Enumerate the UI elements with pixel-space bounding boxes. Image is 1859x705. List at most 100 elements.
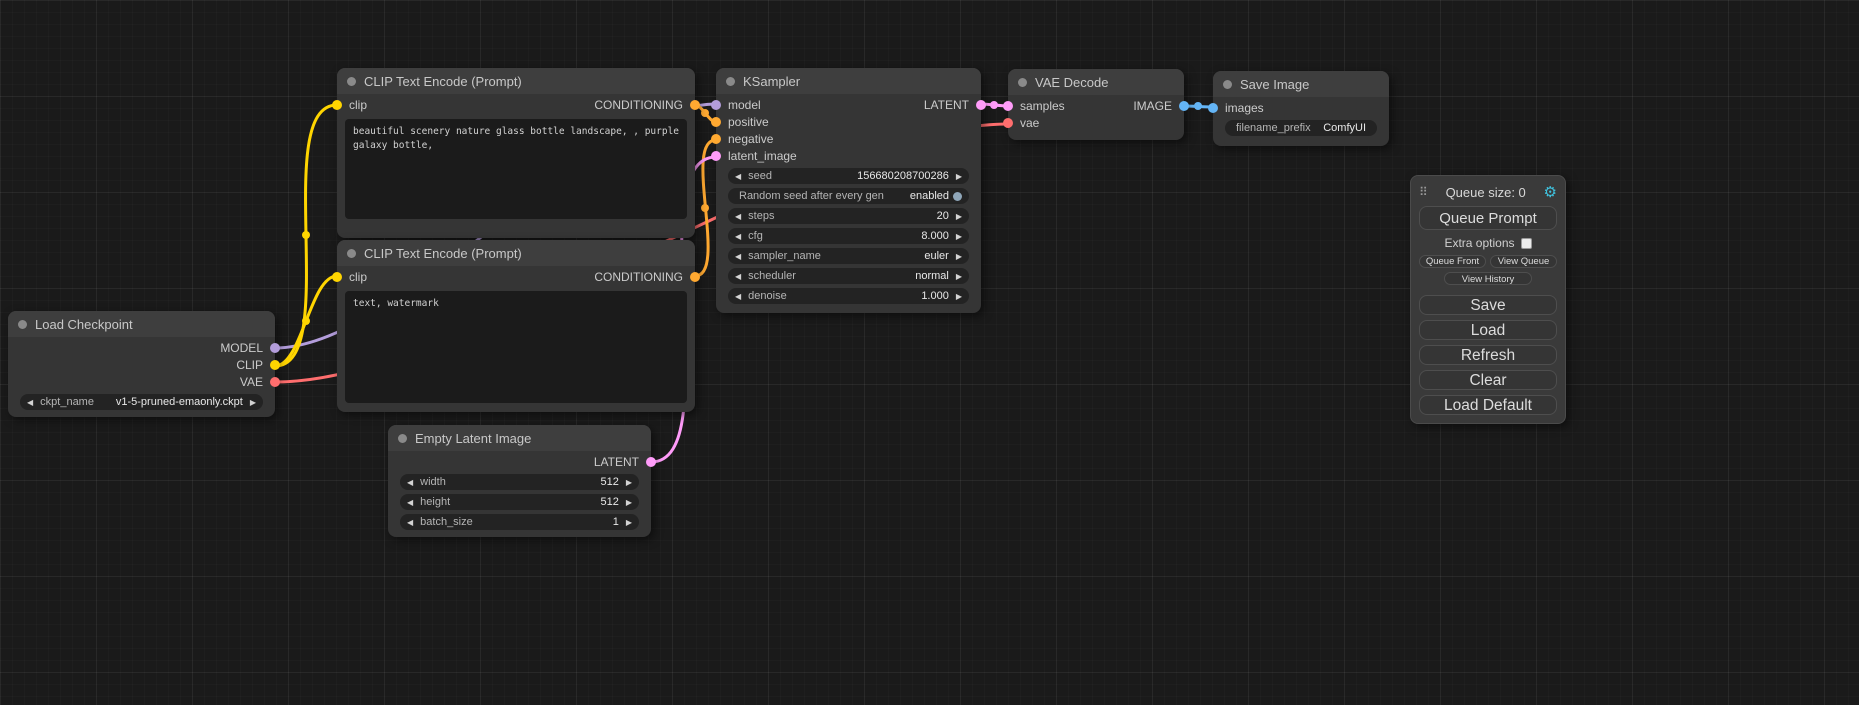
increment-arrow-icon[interactable]: ▶ xyxy=(956,232,962,241)
vae-input-dot[interactable] xyxy=(1003,118,1013,128)
node-title-bar[interactable]: CLIP Text Encode (Prompt) xyxy=(337,240,695,266)
latent-image-input-dot[interactable] xyxy=(711,151,721,161)
model-output-dot[interactable] xyxy=(270,343,280,353)
height-widget[interactable]: ◀ height 512 ▶ xyxy=(400,494,639,510)
filename-prefix-widget[interactable]: filename_prefix ComfyUI xyxy=(1225,120,1377,136)
extra-options-label: Extra options xyxy=(1444,236,1514,250)
model-input-dot[interactable] xyxy=(711,100,721,110)
clip-input-dot[interactable] xyxy=(332,100,342,110)
queue-prompt-button[interactable]: Queue Prompt xyxy=(1419,206,1557,230)
increment-arrow-icon[interactable]: ▶ xyxy=(626,498,632,507)
collapse-dot-icon[interactable] xyxy=(1018,78,1027,87)
output-label: LATENT xyxy=(924,98,969,112)
node-title: Empty Latent Image xyxy=(415,431,531,446)
node-clip-text-encode-positive[interactable]: CLIP Text Encode (Prompt) clip CONDITION… xyxy=(337,68,695,238)
node-save-image[interactable]: Save Image images filename_prefix ComfyU… xyxy=(1213,71,1389,146)
random-seed-toggle-widget[interactable]: Random seed after every gen enabled xyxy=(728,188,969,204)
increment-arrow-icon[interactable]: ▶ xyxy=(956,292,962,301)
increment-arrow-icon[interactable]: ▶ xyxy=(956,212,962,221)
images-input-dot[interactable] xyxy=(1208,103,1218,113)
decrement-arrow-icon[interactable]: ◀ xyxy=(735,292,741,301)
positive-prompt-textarea[interactable]: beautiful scenery nature glass bottle la… xyxy=(345,119,687,219)
seed-widget[interactable]: ◀ seed 156680208700286 ▶ xyxy=(728,168,969,184)
extra-options-row: Extra options xyxy=(1419,236,1557,250)
increment-arrow-icon[interactable]: ▶ xyxy=(956,252,962,261)
node-clip-text-encode-negative[interactable]: CLIP Text Encode (Prompt) clip CONDITION… xyxy=(337,240,695,412)
collapse-dot-icon[interactable] xyxy=(726,77,735,86)
node-ksampler[interactable]: KSampler model LATENT positive negative … xyxy=(716,68,981,313)
latent-output-dot[interactable] xyxy=(976,100,986,110)
scheduler-widget[interactable]: ◀ scheduler normal ▶ xyxy=(728,268,969,284)
increment-arrow-icon[interactable]: ▶ xyxy=(250,398,256,407)
output-label: VAE xyxy=(240,375,263,389)
latent-output-dot[interactable] xyxy=(646,457,656,467)
link-midpoint-dot xyxy=(990,101,998,109)
input-label: clip xyxy=(349,270,367,284)
node-graph-canvas[interactable]: Load Checkpoint MODEL CLIP VAE ◀ ckpt_na… xyxy=(0,0,1859,705)
batch-size-widget[interactable]: ◀ batch_size 1 ▶ xyxy=(400,514,639,530)
negative-prompt-textarea[interactable]: text, watermark xyxy=(345,291,687,403)
view-queue-button[interactable]: View Queue xyxy=(1490,255,1557,268)
increment-arrow-icon[interactable]: ▶ xyxy=(626,478,632,487)
drag-handle-icon[interactable]: ⠿ xyxy=(1419,185,1428,199)
decrement-arrow-icon[interactable]: ◀ xyxy=(407,478,413,487)
sampler-name-widget[interactable]: ◀ sampler_name euler ▶ xyxy=(728,248,969,264)
negative-input-dot[interactable] xyxy=(711,134,721,144)
ckpt-name-widget[interactable]: ◀ ckpt_name v1-5-pruned-emaonly.ckpt ▶ xyxy=(20,394,263,410)
decrement-arrow-icon[interactable]: ◀ xyxy=(735,172,741,181)
collapse-dot-icon[interactable] xyxy=(398,434,407,443)
positive-input-dot[interactable] xyxy=(711,117,721,127)
clip-output-dot[interactable] xyxy=(270,360,280,370)
denoise-widget[interactable]: ◀ denoise 1.000 ▶ xyxy=(728,288,969,304)
width-widget[interactable]: ◀ width 512 ▶ xyxy=(400,474,639,490)
node-title-bar[interactable]: CLIP Text Encode (Prompt) xyxy=(337,68,695,94)
node-load-checkpoint[interactable]: Load Checkpoint MODEL CLIP VAE ◀ ckpt_na… xyxy=(8,311,275,417)
cfg-widget[interactable]: ◀ cfg 8.000 ▶ xyxy=(728,228,969,244)
collapse-dot-icon[interactable] xyxy=(347,249,356,258)
conditioning-output-dot[interactable] xyxy=(690,100,700,110)
collapse-dot-icon[interactable] xyxy=(18,320,27,329)
save-button[interactable]: Save xyxy=(1419,295,1557,315)
settings-gear-icon[interactable]: ⚙ xyxy=(1544,183,1557,201)
samples-input-dot[interactable] xyxy=(1003,101,1013,111)
image-output-dot[interactable] xyxy=(1179,101,1189,111)
refresh-button[interactable]: Refresh xyxy=(1419,345,1557,365)
node-title-bar[interactable]: VAE Decode xyxy=(1008,69,1184,95)
input-label: images xyxy=(1225,101,1264,115)
node-empty-latent-image[interactable]: Empty Latent Image LATENT ◀ width 512 ▶ … xyxy=(388,425,651,537)
increment-arrow-icon[interactable]: ▶ xyxy=(626,518,632,527)
input-slot-positive: positive xyxy=(716,113,981,130)
conditioning-output-dot[interactable] xyxy=(690,272,700,282)
collapse-dot-icon[interactable] xyxy=(1223,80,1232,89)
decrement-arrow-icon[interactable]: ◀ xyxy=(407,498,413,507)
load-button[interactable]: Load xyxy=(1419,320,1557,340)
node-title-bar[interactable]: Load Checkpoint xyxy=(8,311,275,337)
clear-button[interactable]: Clear xyxy=(1419,370,1557,390)
view-history-button[interactable]: View History xyxy=(1444,272,1532,285)
extra-options-checkbox[interactable] xyxy=(1521,238,1532,249)
widget-value: 1.000 xyxy=(921,290,949,302)
decrement-arrow-icon[interactable]: ◀ xyxy=(735,232,741,241)
collapse-dot-icon[interactable] xyxy=(347,77,356,86)
decrement-arrow-icon[interactable]: ◀ xyxy=(735,252,741,261)
clip-input-dot[interactable] xyxy=(332,272,342,282)
decrement-arrow-icon[interactable]: ◀ xyxy=(735,272,741,281)
node-title: CLIP Text Encode (Prompt) xyxy=(364,74,522,89)
vae-output-dot[interactable] xyxy=(270,377,280,387)
node-vae-decode[interactable]: VAE Decode samples IMAGE vae xyxy=(1008,69,1184,140)
decrement-arrow-icon[interactable]: ◀ xyxy=(735,212,741,221)
queue-front-button[interactable]: Queue Front xyxy=(1419,255,1486,268)
widget-name: cfg xyxy=(748,230,763,242)
decrement-arrow-icon[interactable]: ◀ xyxy=(407,518,413,527)
node-title-bar[interactable]: Save Image xyxy=(1213,71,1389,97)
widget-name: seed xyxy=(748,170,772,182)
node-title: Save Image xyxy=(1240,77,1309,92)
load-default-button[interactable]: Load Default xyxy=(1419,395,1557,415)
increment-arrow-icon[interactable]: ▶ xyxy=(956,272,962,281)
steps-widget[interactable]: ◀ steps 20 ▶ xyxy=(728,208,969,224)
toggle-dot-icon[interactable] xyxy=(953,192,962,201)
node-title-bar[interactable]: KSampler xyxy=(716,68,981,94)
node-title-bar[interactable]: Empty Latent Image xyxy=(388,425,651,451)
increment-arrow-icon[interactable]: ▶ xyxy=(956,172,962,181)
decrement-arrow-icon[interactable]: ◀ xyxy=(27,398,33,407)
